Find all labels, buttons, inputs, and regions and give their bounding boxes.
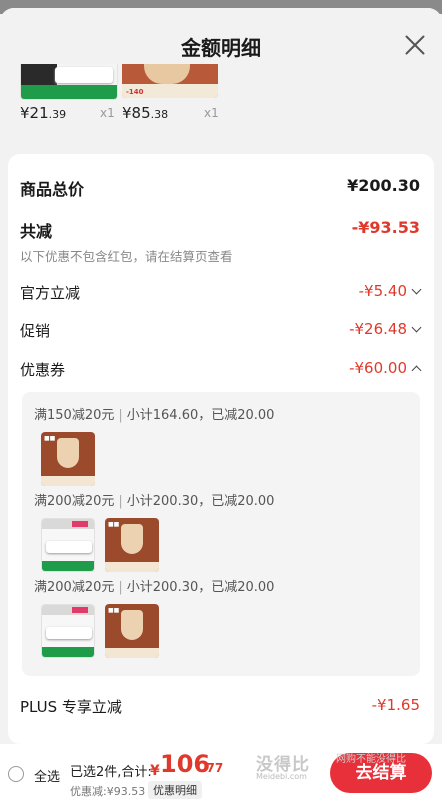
coupon-product-image[interactable]: ■■ <box>105 604 159 658</box>
product-qty: x1 <box>100 106 115 120</box>
total-currency: ¥ <box>150 763 160 779</box>
sheet-header: 金额明细 <box>0 8 442 64</box>
close-icon[interactable] <box>402 32 428 58</box>
discount-subtotal: 优惠减:¥93.53 <box>70 785 146 798</box>
chevron-down-icon <box>411 284 422 295</box>
product-strip: -140 ¥21.39 x1 ¥85.38 x1 <box>0 56 442 136</box>
discount-note: 以下优惠不包含红包，请在结算页查看 <box>20 249 233 264</box>
goods-total-value: ¥200.30 <box>347 176 420 195</box>
plus-discount-value: -¥1.65 <box>371 696 420 714</box>
product-qty: x1 <box>204 106 219 120</box>
coupon-value: -¥60.00 <box>349 359 407 377</box>
coupon-label: 优惠券 <box>20 361 66 379</box>
promo-label: 促销 <box>20 322 51 340</box>
checkout-bar: 全选 已选2件,合计: ¥ 106 .77 优惠减:¥93.53 优惠明细 没得… <box>0 744 442 800</box>
price-detail-card: 商品总价 ¥200.30 共减 -¥93.53 以下优惠不包含红包，请在结算页查… <box>8 154 434 744</box>
price-decimal: .38 <box>150 108 169 121</box>
official-discount-label: 官方立减 <box>20 284 81 302</box>
price-main: ¥21 <box>20 104 49 122</box>
coupon-product-image[interactable]: ■■ <box>41 432 95 486</box>
coupon-rule: 满150减20元 <box>34 408 115 423</box>
coupon-rule-line: 满200减20元 | 小计200.30，已减20.00 <box>34 494 275 509</box>
product-image-cup[interactable]: -140 <box>122 60 218 98</box>
product-price: ¥85.38 <box>122 104 168 122</box>
price-decimal: .39 <box>48 108 67 121</box>
discount-label: 共减 <box>20 222 53 241</box>
discount-detail-button[interactable]: 优惠明细 <box>148 781 202 799</box>
watermark-url: Meidebi.com <box>256 772 307 781</box>
coupon-detail-box: 满150减20元 | 小计164.60，已减20.00 ■■ 满200减20元 | 小计… <box>22 392 420 676</box>
coupon-subtotal: 小计164.60，已减20.00 <box>126 408 275 423</box>
coupon-rule-line: 满150减20元 | 小计164.60，已减20.00 <box>34 408 275 423</box>
goods-total-label: 商品总价 <box>20 180 85 199</box>
chevron-up-icon <box>411 365 422 376</box>
discount-value: -¥93.53 <box>351 218 420 237</box>
product-image-power-strip[interactable] <box>20 60 118 100</box>
coupon-rule-line: 满200减20元 | 小计200.30，已减20.00 <box>34 580 275 595</box>
promo-row[interactable]: -¥26.48 <box>349 320 422 338</box>
coupon-row[interactable]: -¥60.00 <box>349 359 422 377</box>
coupon-subtotal: 小计200.30，已减20.00 <box>126 580 275 595</box>
select-all-label[interactable]: 全选 <box>34 766 60 785</box>
official-discount-value: -¥5.40 <box>358 282 407 300</box>
price-main: ¥85 <box>122 104 151 122</box>
coupon-rule: 满200减20元 <box>34 580 115 595</box>
coupon-rule: 满200减20元 <box>34 494 115 509</box>
plus-discount-label: PLUS 专享立减 <box>20 698 122 716</box>
total-decimal: .77 <box>202 761 224 775</box>
promo-value: -¥26.48 <box>349 320 407 338</box>
coupon-product-image[interactable] <box>41 604 95 658</box>
chevron-down-icon <box>411 322 422 333</box>
select-all-radio[interactable] <box>8 766 24 782</box>
page-title: 金额明细 <box>181 36 261 60</box>
coupon-product-image[interactable] <box>41 518 95 572</box>
coupon-product-image[interactable]: ■■ <box>105 518 159 572</box>
selected-summary: 已选2件,合计: <box>70 765 152 780</box>
coupon-subtotal: 小计200.30，已减20.00 <box>126 494 275 509</box>
watermark-slogan: 网购不能没得比 <box>336 754 406 765</box>
official-discount-row[interactable]: -¥5.40 <box>358 282 422 300</box>
product-price: ¥21.39 <box>20 104 66 122</box>
